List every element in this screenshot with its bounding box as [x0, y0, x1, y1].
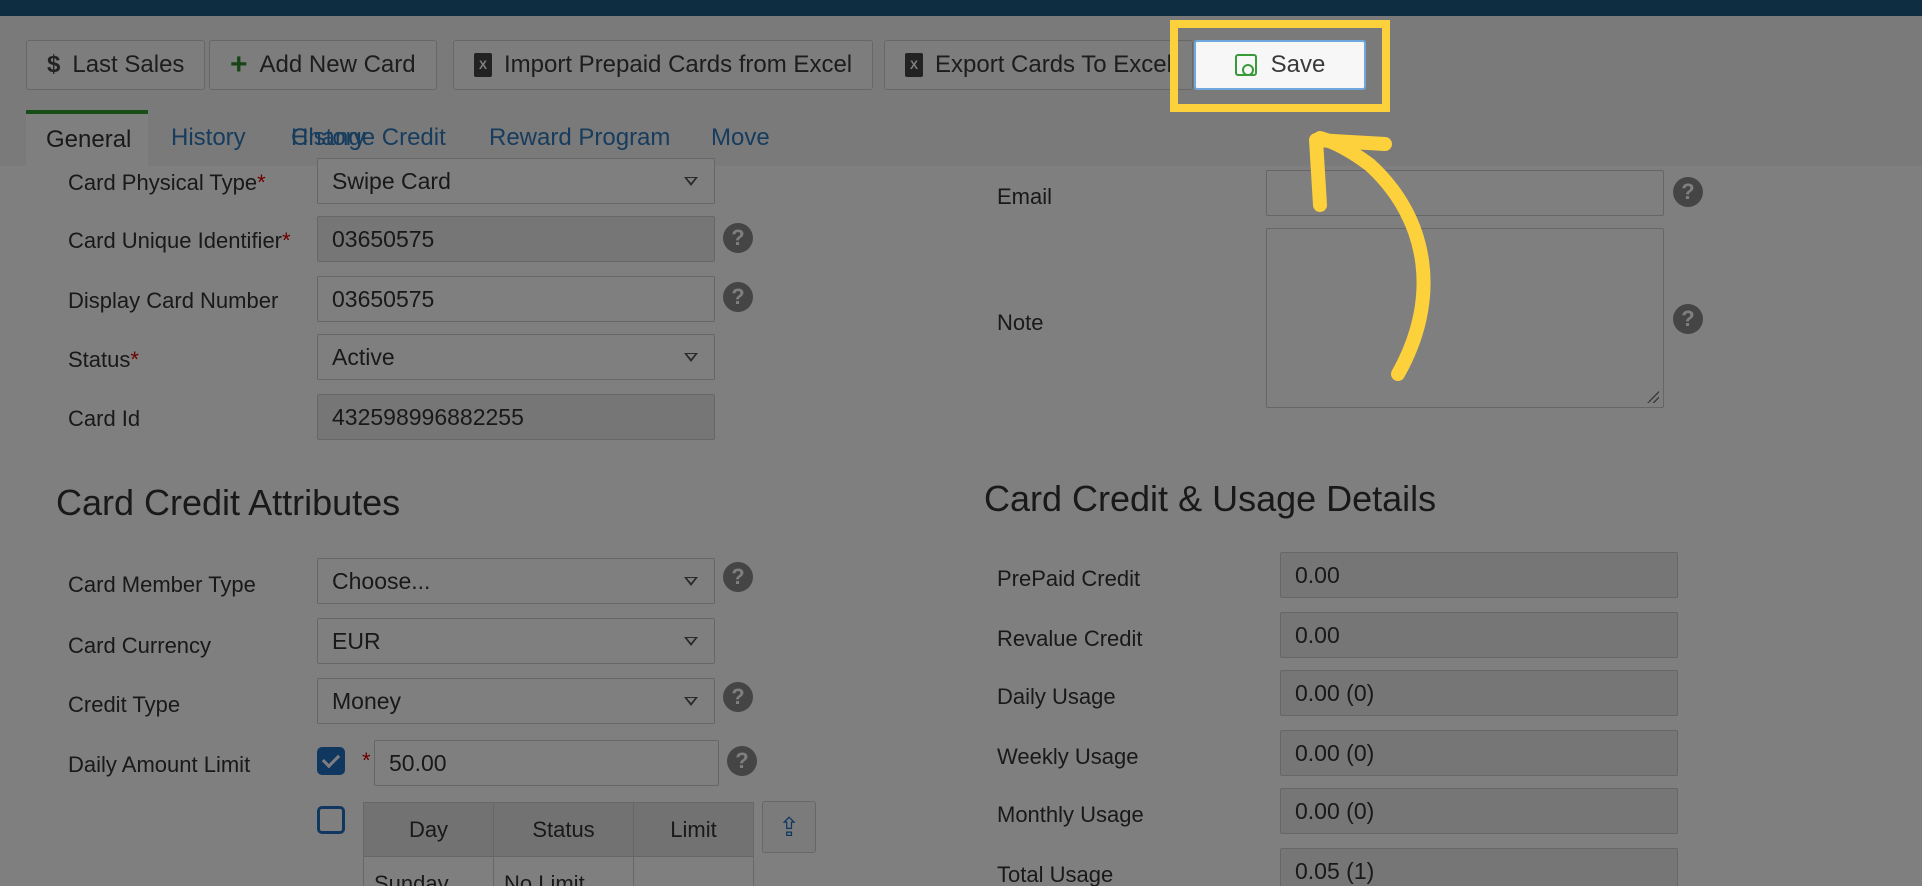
display-number-label: Display Card Number [68, 288, 279, 313]
physical-type-label: Card Physical Type* [68, 170, 266, 195]
weekly-limit-table: Day Status Limit Sunday No Limit [363, 802, 754, 886]
revalue-label: Revalue Credit [997, 626, 1143, 651]
save-label: Save [1270, 51, 1326, 78]
total-usage-value: 0.05 (1) [1295, 857, 1375, 884]
add-new-card-label: Add New Card [259, 51, 416, 78]
weekly-limit-checkbox[interactable] [317, 806, 345, 834]
daily-limit-label: Daily Amount Limit [68, 752, 251, 777]
tab-general[interactable]: General [26, 110, 148, 166]
import-prepaid-label: Import Prepaid Cards from Excel [504, 51, 853, 78]
currency-select[interactable]: EUR [317, 618, 715, 664]
last-sales-button[interactable]: $ Last Sales [26, 40, 206, 90]
weekly-usage-value: 0.00 (0) [1295, 739, 1375, 766]
monthly-usage-field: 0.00 (0) [1280, 788, 1678, 834]
required-marker: * [362, 748, 371, 773]
top-bar [0, 0, 1922, 16]
unique-id-label: Card Unique Identifier* [68, 228, 291, 253]
currency-value: EUR [332, 627, 381, 654]
total-usage-label: Total Usage [997, 862, 1114, 886]
email-label: Email [997, 184, 1053, 209]
help-icon[interactable]: ? [727, 746, 757, 776]
status-value: Active [332, 343, 395, 370]
table-cell-limit [633, 856, 754, 886]
daily-usage-label: Daily Usage [997, 684, 1116, 709]
revalue-value: 0.00 [1295, 621, 1340, 648]
unique-id-field: 03650575 [317, 216, 715, 262]
table-header-status: Status [493, 802, 634, 857]
excel-file-icon: X [905, 53, 923, 77]
plus-icon: + [230, 48, 248, 81]
display-number-input[interactable]: 03650575 [317, 276, 715, 322]
total-usage-field: 0.05 (1) [1280, 848, 1678, 886]
card-id-field: 432598996882255 [317, 394, 715, 440]
note-label: Note [997, 310, 1044, 335]
tab-history[interactable]: History [151, 110, 266, 166]
member-type-label: Card Member Type [68, 572, 256, 597]
currency-label: Card Currency [68, 633, 212, 658]
upload-icon: ⇪ [778, 811, 800, 842]
dollar-icon: $ [47, 51, 61, 78]
daily-limit-checkbox[interactable] [317, 747, 345, 775]
table-header-row: Day Status Limit [363, 802, 754, 857]
table-row: Sunday No Limit [363, 856, 754, 886]
weekly-usage-label: Weekly Usage [997, 744, 1139, 769]
monthly-usage-value: 0.00 (0) [1295, 797, 1375, 824]
daily-usage-value: 0.00 (0) [1295, 679, 1375, 706]
table-header-limit: Limit [633, 802, 754, 857]
prepaid-field: 0.00 [1280, 552, 1678, 598]
unique-id-value: 03650575 [332, 225, 435, 252]
table-header-day: Day [363, 802, 494, 857]
save-disk-icon [1234, 54, 1257, 76]
daily-limit-input[interactable]: 50.00 [374, 740, 719, 786]
status-select[interactable]: Active [317, 334, 715, 380]
help-icon[interactable]: ? [723, 282, 753, 312]
email-input[interactable] [1266, 170, 1664, 216]
help-icon[interactable]: ? [1673, 177, 1703, 207]
table-cell-day: Sunday [363, 856, 494, 886]
member-type-value: Choose... [332, 567, 431, 594]
import-prepaid-button[interactable]: X Import Prepaid Cards from Excel [453, 40, 874, 90]
revalue-field: 0.00 [1280, 612, 1678, 658]
prepaid-label: PrePaid Credit [997, 566, 1141, 591]
prepaid-value: 0.00 [1295, 561, 1340, 588]
member-type-select[interactable]: Choose... [317, 558, 715, 604]
last-sales-label: Last Sales [72, 51, 185, 78]
toolbar: $ Last Sales + Add New Card X Import Pre… [0, 16, 1922, 110]
card-id-label: Card Id [68, 406, 141, 431]
credit-type-select[interactable]: Money [317, 678, 715, 724]
physical-type-value: Swipe Card [332, 167, 451, 194]
credit-attributes-heading: Card Credit Attributes [56, 482, 401, 523]
help-icon[interactable]: ? [723, 682, 753, 712]
daily-usage-field: 0.00 (0) [1280, 670, 1678, 716]
help-icon[interactable]: ? [723, 562, 753, 592]
help-icon[interactable]: ? [1673, 304, 1703, 334]
upload-button[interactable]: ⇪ [762, 801, 816, 853]
add-new-card-button[interactable]: + Add New Card [209, 40, 437, 90]
credit-type-value: Money [332, 687, 402, 714]
excel-file-icon: X [474, 53, 492, 77]
resize-handle-icon[interactable] [1647, 391, 1659, 403]
export-cards-label: Export Cards To Excel [935, 51, 1172, 78]
display-number-value: 03650575 [332, 285, 435, 312]
note-textarea[interactable] [1266, 228, 1664, 408]
weekly-usage-field: 0.00 (0) [1280, 730, 1678, 776]
credit-type-label: Credit Type [68, 692, 181, 717]
export-cards-button[interactable]: X Export Cards To Excel [884, 40, 1193, 90]
physical-type-select[interactable]: Swipe Card [317, 158, 715, 204]
status-label: Status* [68, 347, 139, 372]
save-button[interactable]: Save [1194, 40, 1366, 90]
general-tab-content: Card Physical Type* Swipe Card Card Uniq… [0, 158, 1922, 886]
card-id-value: 432598996882255 [332, 403, 524, 430]
usage-details-heading: Card Credit & Usage Details [984, 478, 1437, 519]
daily-limit-value: 50.00 [389, 749, 447, 776]
help-icon[interactable]: ? [723, 223, 753, 253]
table-cell-status: No Limit [493, 856, 634, 886]
monthly-usage-label: Monthly Usage [997, 802, 1144, 827]
